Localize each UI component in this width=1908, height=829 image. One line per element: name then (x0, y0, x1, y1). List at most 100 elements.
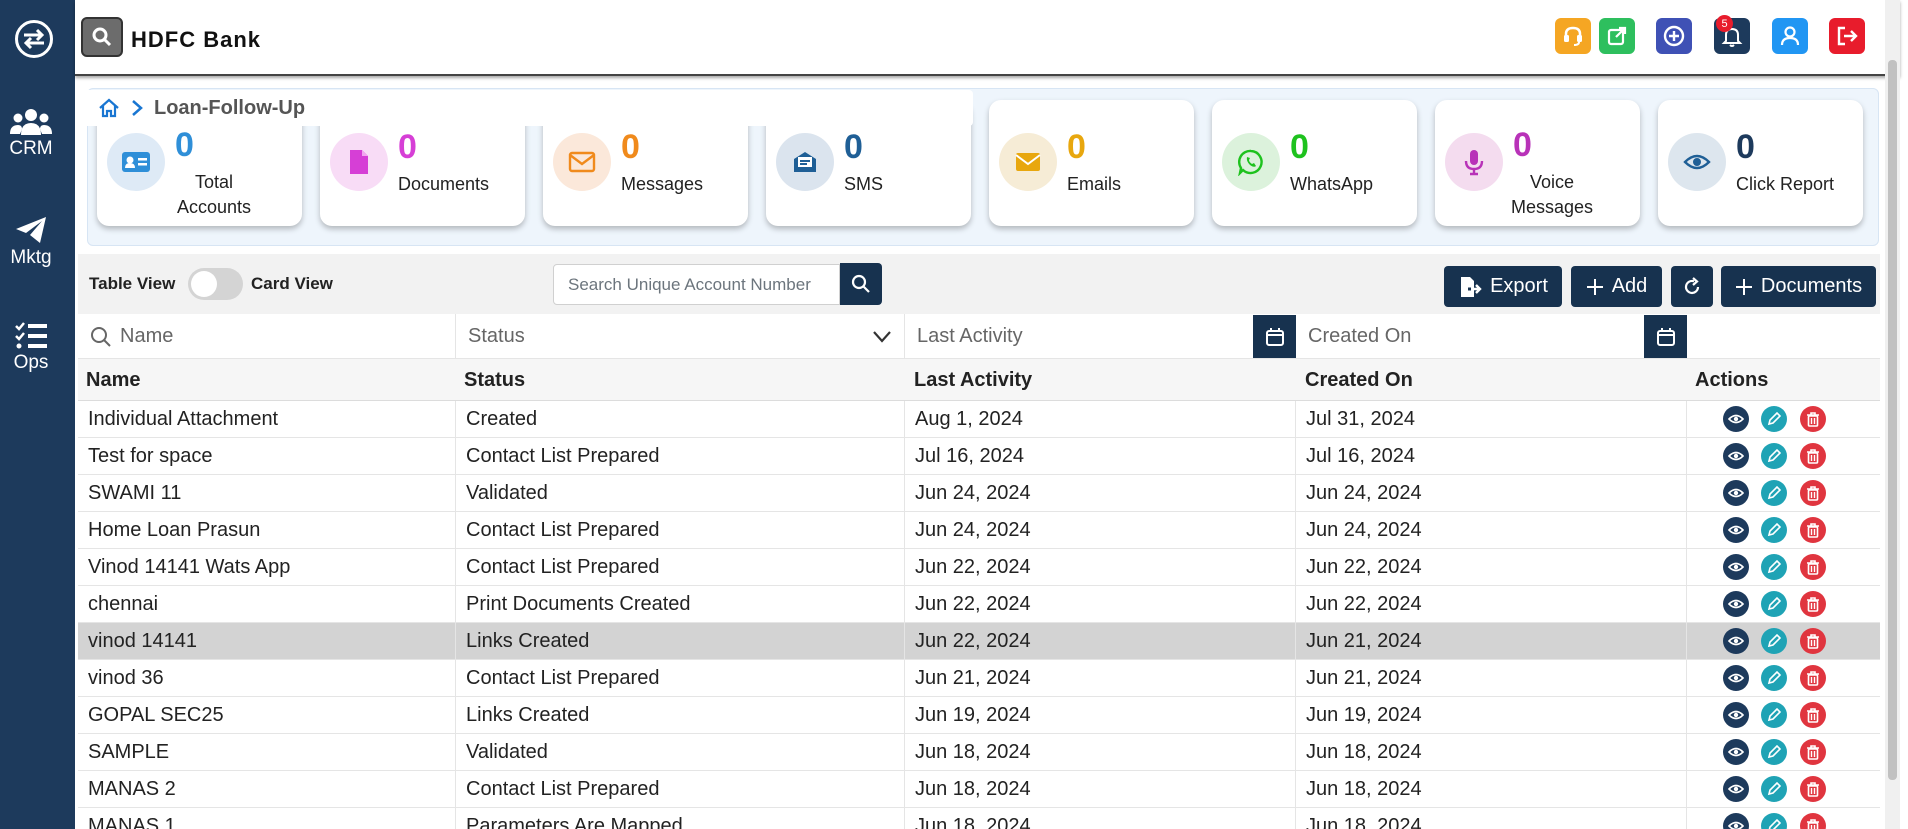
support-icon[interactable] (1555, 18, 1591, 54)
view-icon[interactable] (1723, 480, 1749, 506)
export-square-icon[interactable] (1599, 18, 1635, 54)
chevron-down-icon (873, 331, 891, 343)
card-view-label: Card View (251, 274, 333, 293)
view-icon[interactable] (1723, 443, 1749, 469)
edit-icon[interactable] (1761, 443, 1787, 469)
table-row[interactable]: Vinod 14141 Wats App Contact List Prepare… (78, 549, 1880, 586)
search-button[interactable] (840, 263, 882, 305)
cell-created-on: Jun 22, 2024 (1296, 586, 1687, 623)
exchange-circle-icon[interactable] (15, 20, 53, 58)
sidebar-item-crm[interactable]: CRM (0, 108, 62, 160)
stat-card-whatsapp[interactable]: 0 WhatsApp (1212, 100, 1417, 226)
documents-button[interactable]: Documents (1721, 266, 1876, 307)
cell-last-activity: Aug 1, 2024 (905, 401, 1296, 438)
search-icon[interactable] (81, 17, 123, 57)
created-on-filter[interactable]: Created On (1296, 314, 1687, 359)
plus-icon (1586, 278, 1603, 295)
column-header-status[interactable]: Status (464, 359, 525, 401)
name-filter[interactable]: Name (78, 314, 456, 359)
cell-last-activity: Jun 22, 2024 (905, 549, 1296, 586)
delete-icon[interactable] (1800, 517, 1826, 543)
delete-icon[interactable] (1800, 702, 1826, 728)
table-row[interactable]: Individual Attachment Created Aug 1, 2024 J… (78, 401, 1880, 438)
plus-circle-icon[interactable] (1656, 18, 1692, 54)
edit-icon[interactable] (1761, 776, 1787, 802)
cell-name: vinod 14141 (78, 623, 456, 660)
table-row[interactable]: vinod 36 Contact List Prepared Jun 21, 202… (78, 660, 1880, 697)
edit-icon[interactable] (1761, 554, 1787, 580)
table-toolbar: Table View Card View Export Add Document… (78, 254, 1880, 314)
last-activity-filter[interactable]: Last Activity (905, 314, 1296, 359)
cell-created-on: Jun 21, 2024 (1296, 623, 1687, 660)
stat-card-emails[interactable]: 0 Emails (989, 100, 1194, 226)
column-header-name[interactable]: Name (86, 359, 140, 401)
stat-card-voice-messages[interactable]: 0 Voice Messages (1435, 100, 1640, 226)
cell-last-activity: Jun 22, 2024 (905, 586, 1296, 623)
edit-icon[interactable] (1761, 628, 1787, 654)
delete-icon[interactable] (1800, 776, 1826, 802)
cell-created-on: Jun 24, 2024 (1296, 512, 1687, 549)
delete-icon[interactable] (1800, 628, 1826, 654)
view-icon[interactable] (1723, 665, 1749, 691)
delete-icon[interactable] (1800, 591, 1826, 617)
cell-created-on: Jun 18, 2024 (1296, 771, 1687, 808)
export-button[interactable]: Export (1444, 266, 1562, 307)
status-filter[interactable]: Status (456, 314, 905, 359)
filter-row: Name Status Last Activity Created On (78, 314, 1880, 359)
calendar-icon[interactable] (1253, 315, 1296, 358)
edit-icon[interactable] (1761, 665, 1787, 691)
scroll-thumb[interactable] (1888, 60, 1897, 780)
bell-icon[interactable]: 5 (1714, 15, 1750, 54)
delete-icon[interactable] (1800, 443, 1826, 469)
search-input[interactable] (553, 264, 840, 305)
edit-icon[interactable] (1761, 702, 1787, 728)
table-row[interactable]: vinod 14141 Links Created Jun 22, 2024 Jun … (78, 623, 1880, 660)
table-row[interactable]: GOPAL SEC25 Links Created Jun 19, 2024 Jun … (78, 697, 1880, 734)
table-row[interactable]: MANAS 1 Parameters Are Mapped Jun 18, 2024… (78, 808, 1880, 829)
table-row[interactable]: SWAMI 11 Validated Jun 24, 2024 Jun 24, 202… (78, 475, 1880, 512)
column-header-last-activity[interactable]: Last Activity (914, 359, 1032, 401)
view-icon[interactable] (1723, 739, 1749, 765)
cell-name: chennai (78, 586, 456, 623)
home-icon[interactable] (98, 98, 120, 118)
cell-created-on: Jun 18, 2024 (1296, 734, 1687, 771)
edit-icon[interactable] (1761, 739, 1787, 765)
edit-icon[interactable] (1761, 591, 1787, 617)
view-toggle[interactable] (188, 268, 243, 300)
edit-icon[interactable] (1761, 406, 1787, 432)
refresh-button[interactable] (1671, 266, 1713, 307)
delete-icon[interactable] (1800, 406, 1826, 432)
view-icon[interactable] (1723, 406, 1749, 432)
cell-last-activity: Jun 21, 2024 (905, 660, 1296, 697)
column-header-created-on[interactable]: Created On (1305, 359, 1413, 401)
view-icon[interactable] (1723, 702, 1749, 728)
delete-icon[interactable] (1800, 739, 1826, 765)
edit-icon[interactable] (1761, 517, 1787, 543)
user-icon[interactable] (1772, 18, 1808, 54)
table-row[interactable]: Home Loan Prasun Contact List Prepared Jun… (78, 512, 1880, 549)
sidebar-item-ops[interactable]: Ops (0, 322, 62, 374)
view-icon[interactable] (1723, 776, 1749, 802)
view-icon[interactable] (1723, 628, 1749, 654)
delete-icon[interactable] (1800, 665, 1826, 691)
table-row[interactable]: SAMPLE Validated Jun 18, 2024 Jun 18, 2024 (78, 734, 1880, 771)
delete-icon[interactable] (1800, 480, 1826, 506)
stat-label: Emails (1067, 174, 1122, 194)
view-icon[interactable] (1723, 554, 1749, 580)
add-button[interactable]: Add (1571, 266, 1662, 307)
calendar-icon[interactable] (1644, 315, 1687, 358)
table-row[interactable]: chennai Print Documents Created Jun 22, 20… (78, 586, 1880, 623)
stat-card-click-report[interactable]: 0 Click Report (1658, 100, 1863, 226)
envelope-outline-icon (553, 133, 611, 191)
envelope-icon (999, 133, 1057, 191)
sidebar-item-mktg[interactable]: Mktg (0, 215, 62, 269)
edit-icon[interactable] (1761, 480, 1787, 506)
table-row[interactable]: MANAS 2 Contact List Prepared Jun 18, 2024… (78, 771, 1880, 808)
logout-icon[interactable] (1829, 18, 1865, 54)
scrollbar[interactable] (1885, 0, 1900, 829)
view-icon[interactable] (1723, 591, 1749, 617)
cell-status: Created (456, 401, 905, 438)
delete-icon[interactable] (1800, 554, 1826, 580)
table-row[interactable]: Test for space Contact List Prepared Jul 1… (78, 438, 1880, 475)
view-icon[interactable] (1723, 517, 1749, 543)
